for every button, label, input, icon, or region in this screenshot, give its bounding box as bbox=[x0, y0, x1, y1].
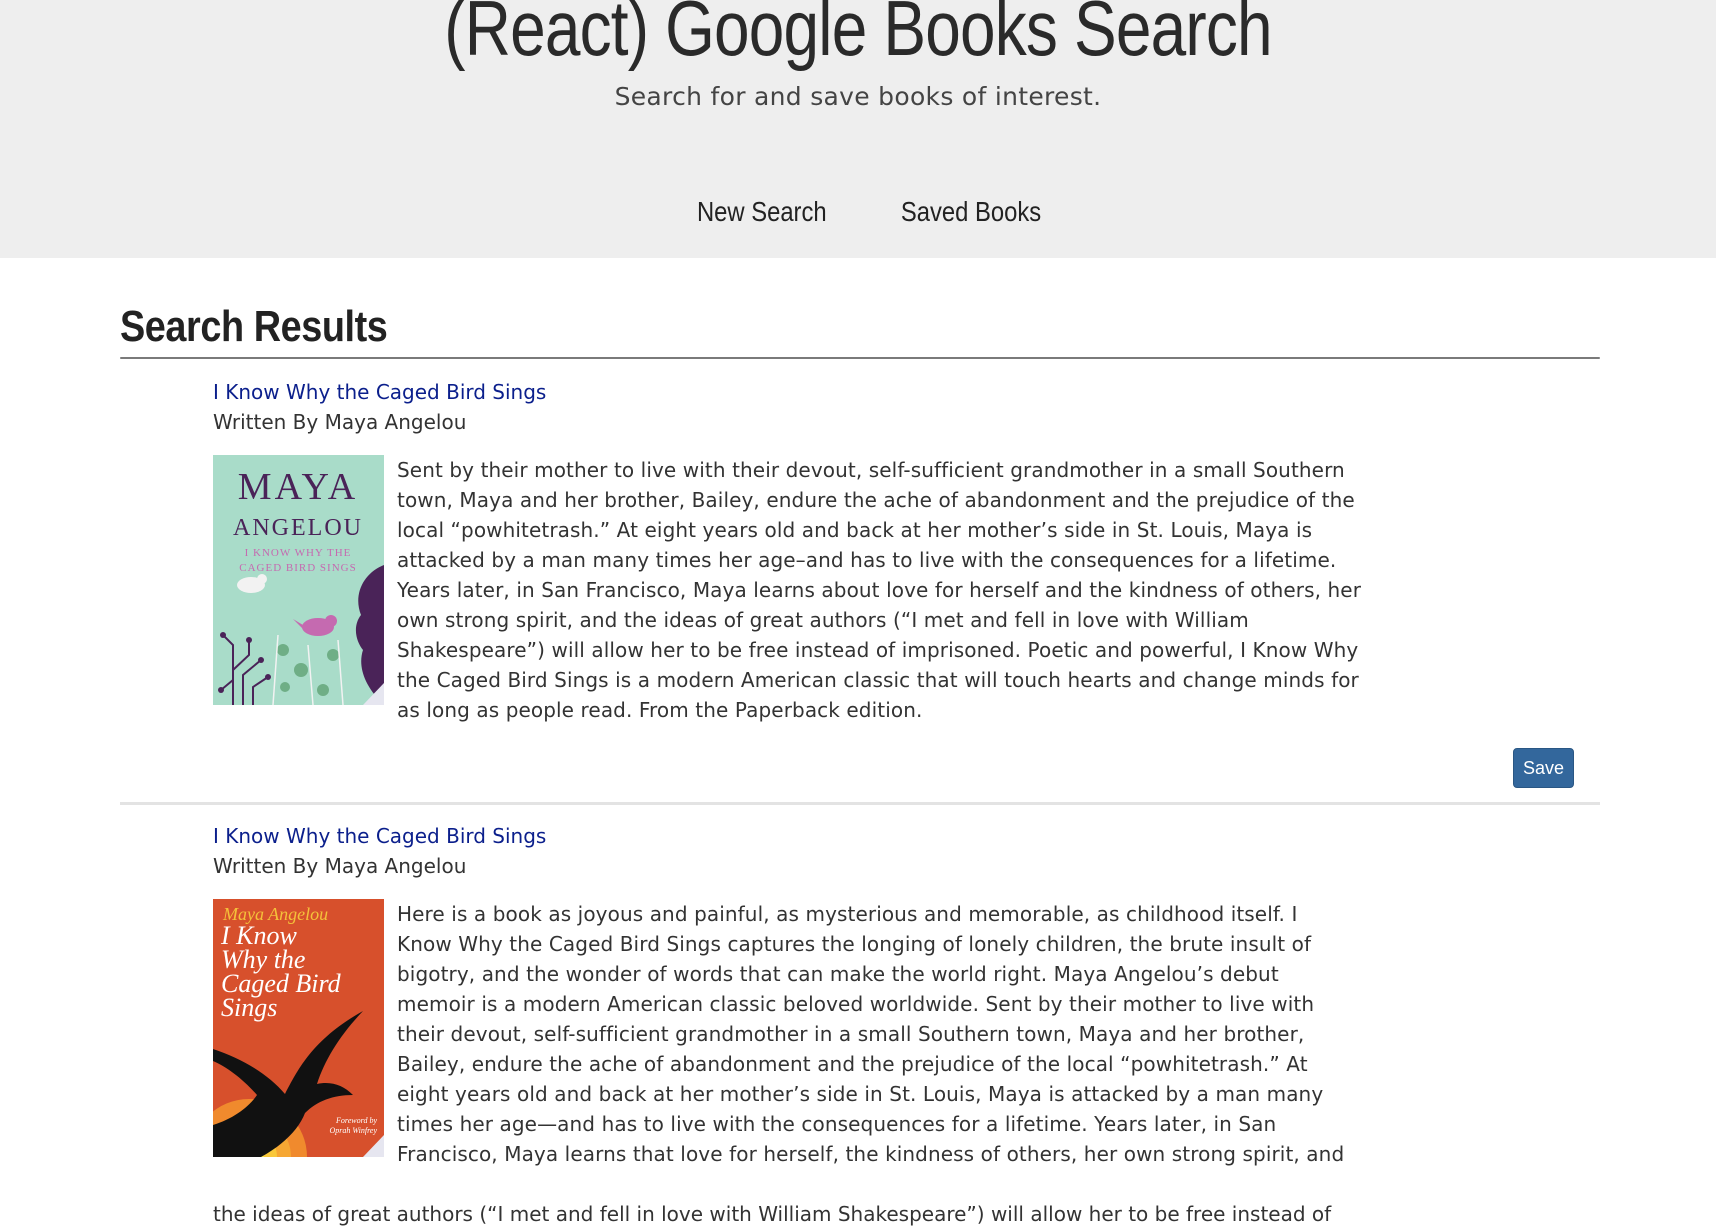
book-description: Sent by their mother to live with their … bbox=[397, 458, 1362, 722]
svg-text:Foreword by: Foreword by bbox=[335, 1116, 377, 1125]
book-author: Written By Maya Angelou bbox=[213, 854, 467, 878]
description-line: Know Why the Caged Bird Sings captures t… bbox=[397, 932, 1312, 956]
book-author: Written By Maya Angelou bbox=[213, 410, 467, 434]
heading-divider bbox=[120, 357, 1600, 359]
description-line: memoir is a modern American classic belo… bbox=[397, 992, 1315, 1016]
book-description: Here is a book as joyous and painful, as… bbox=[397, 899, 1377, 1169]
result-divider bbox=[120, 802, 1600, 805]
description-line: Francisco, Maya learns that love for her… bbox=[397, 1142, 1345, 1166]
description-line: their devout, self-sufficient grandmothe… bbox=[397, 1022, 1305, 1046]
svg-text:MAYA: MAYA bbox=[238, 466, 358, 508]
save-button[interactable]: Save bbox=[1513, 748, 1574, 788]
book-cover-image: Maya Angelou I Know Why the Caged Bird S… bbox=[213, 899, 384, 1157]
search-results-heading: Search Results bbox=[120, 302, 388, 351]
book-result-item: I Know Why the Caged Bird Sings Written … bbox=[213, 377, 1363, 722]
book-title-link[interactable]: I Know Why the Caged Bird Sings bbox=[213, 821, 1363, 851]
description-line: the ideas of great authors (“I met and f… bbox=[213, 1202, 1332, 1226]
nav-saved-books-link[interactable]: Saved Books bbox=[896, 196, 1041, 228]
book-title-link[interactable]: I Know Why the Caged Bird Sings bbox=[213, 377, 1363, 407]
description-line: Bailey, endure the ache of abandonment a… bbox=[397, 1052, 1308, 1076]
nav-new-search-link[interactable]: New Search bbox=[692, 196, 827, 228]
svg-text:Oprah Winfrey: Oprah Winfrey bbox=[330, 1126, 378, 1135]
book-result-item: I Know Why the Caged Bird Sings Written … bbox=[213, 821, 1363, 1226]
description-line: Here is a book as joyous and painful, as… bbox=[397, 902, 1298, 926]
svg-text:I KNOW WHY THE: I KNOW WHY THE bbox=[245, 547, 352, 559]
book-cover-image: MAYA ANGELOU I KNOW WHY THE CAGED BIRD S… bbox=[213, 455, 384, 705]
svg-text:ANGELOU: ANGELOU bbox=[233, 515, 363, 541]
description-line: eight years old and back at her mother’s… bbox=[397, 1082, 1324, 1106]
jumbotron-header: (React) Google Books Search Search for a… bbox=[0, 0, 1716, 258]
description-line: bigotry, and the wonder of words that ca… bbox=[397, 962, 1279, 986]
svg-text:Sings: Sings bbox=[221, 993, 277, 1022]
description-line: times her age—and has to live with the c… bbox=[397, 1112, 1277, 1136]
svg-text:CAGED BIRD SINGS: CAGED BIRD SINGS bbox=[239, 562, 356, 574]
site-subtitle: Search for and save books of interest. bbox=[614, 82, 1102, 111]
main-nav: New Search Saved Books bbox=[0, 196, 1716, 228]
site-title: (React) Google Books Search bbox=[444, 0, 1272, 72]
